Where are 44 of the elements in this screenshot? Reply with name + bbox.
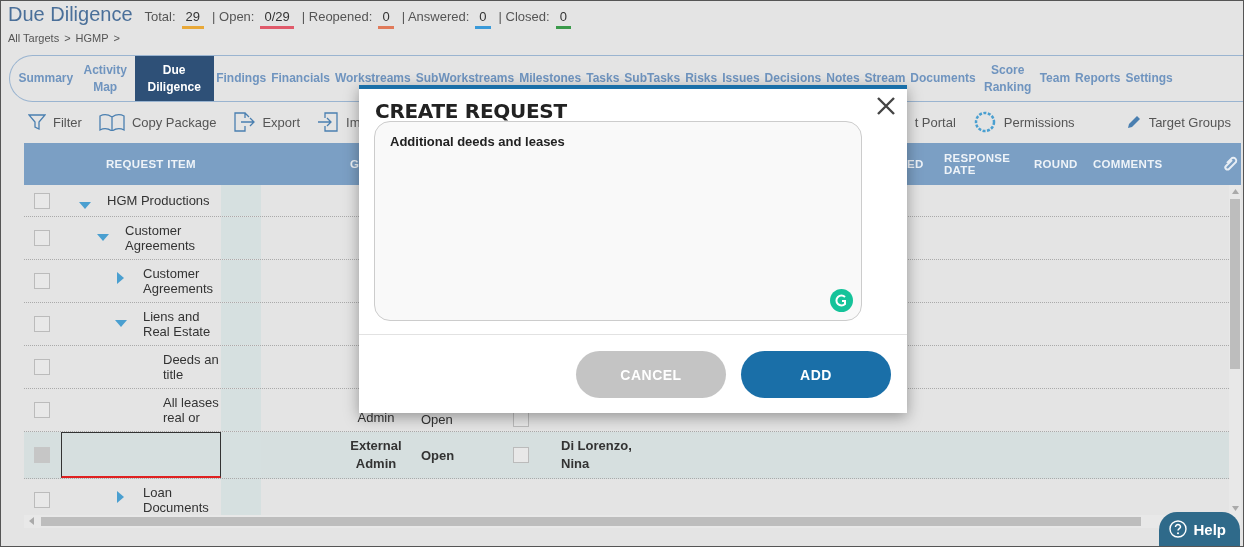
stat-count: 0 [475, 9, 491, 29]
toolbar-link[interactable]: Export [262, 114, 301, 130]
stat-count: 29 [181, 9, 205, 29]
group-name: Admin [357, 409, 395, 427]
request-item-name: Loan Documents [143, 485, 210, 515]
stat-label: | Open: [212, 9, 255, 24]
add-button[interactable]: ADD [741, 351, 891, 398]
toolbar-link[interactable]: Target Groups [1148, 114, 1231, 130]
breadcrumb-link[interactable]: All Targets [8, 32, 60, 44]
breadcrumb-separator: > [64, 32, 71, 44]
stat-count: 0/29 [260, 9, 294, 29]
request-item-name: Deeds an title [163, 352, 219, 382]
toolbar-link[interactable]: Filter [53, 114, 82, 130]
request-item-name: Customer Agreements [125, 223, 197, 253]
breadcrumb-separator: > [113, 32, 121, 44]
request-item-name: Customer Agreements [143, 266, 215, 296]
toolbar-link[interactable]: Copy Package [131, 114, 217, 130]
request-text-field[interactable]: Additional deeds and leases [374, 121, 862, 321]
breadcrumb-link[interactable]: HGMP [75, 32, 109, 44]
request-item-name: Liens and Real Estate [143, 309, 212, 339]
status-text: Open [421, 447, 455, 463]
help-button[interactable]: Help [1159, 512, 1240, 546]
status-text: Open [421, 412, 453, 427]
stat-count: 0 [378, 9, 394, 29]
request-item-name: All leases real or [163, 395, 219, 425]
stat-label: | Answered: [401, 9, 470, 24]
column-header: RESPONSE DATE [943, 152, 1012, 176]
stat-label: | Reopened: [301, 9, 373, 24]
column-header: ED [906, 158, 925, 170]
stat-count: 0 [555, 9, 571, 29]
toolbar-link[interactable]: Permissions [1003, 114, 1075, 130]
assignee-name: Di Lorenzo, Nina [561, 437, 633, 473]
column-header: G [349, 158, 361, 170]
page-title: Due Diligence [8, 3, 133, 26]
toolbar-link[interactable]: t Portal [914, 114, 956, 130]
stat-label: Total: [144, 9, 176, 24]
request-item-name: HGM Productions [107, 193, 211, 208]
stat-label: | Closed: [498, 9, 550, 24]
nav-tab[interactable]: Due Diligence [134, 56, 214, 101]
group-name: External Admin [349, 437, 403, 473]
column-header: ROUND [1033, 158, 1079, 170]
dialog-title: CREATE REQUEST [375, 99, 567, 123]
column-header: REQUEST ITEM [105, 158, 197, 170]
column-header: COMMENTS [1092, 158, 1164, 170]
